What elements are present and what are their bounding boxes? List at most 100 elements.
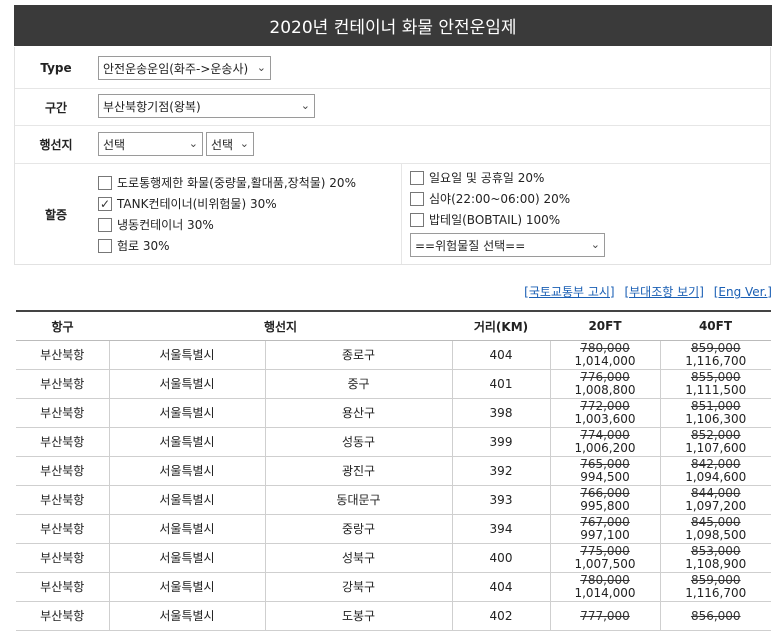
cell-distance: 404 [451, 572, 550, 602]
cell-40ft: 853,000 1,108,900 [659, 543, 771, 573]
cell-port: 부산북항 [16, 427, 109, 457]
cell-20ft: 772,000 1,003,600 [549, 398, 660, 428]
header-distance: 거리(KM) [452, 310, 550, 341]
hazard-material-select[interactable]: ==위험물질 선택== ⌄ [410, 233, 605, 257]
cell-40ft: 851,000 1,106,300 [659, 398, 771, 428]
table-row: 부산북항 서울특별시 중랑구 394 767,000 997,100 845,000 1,09… [16, 514, 771, 544]
section-row: 구간 부산북항기점(왕복) ⌄ [15, 89, 770, 126]
checkbox[interactable] [98, 238, 112, 253]
rate-table: 항구 행선지 거리(KM) 20FT 40FT 부산북항 서울특별시 종로구 404 7… [16, 310, 771, 631]
cell-city: 서울특별시 [108, 427, 265, 457]
new-rate-20ft: 997,100 [580, 528, 630, 542]
chevron-down-icon: ⌄ [590, 238, 600, 251]
cell-distance: 399 [451, 427, 550, 457]
section-select[interactable]: 부산북항기점(왕복) ⌄ [98, 94, 315, 118]
surcharge-option-holiday[interactable]: 일요일 및 공휴일 20% [410, 169, 544, 186]
cell-distance: 394 [451, 514, 550, 544]
destination-city-select[interactable]: 선택 ⌄ [98, 132, 203, 156]
surcharge-row: 할증 도로통행제한 화물(중량물,활대품,장척물) 20% ✓ TANK컨테이너… [15, 164, 770, 264]
cell-city: 서울특별시 [108, 543, 265, 573]
checkbox[interactable] [98, 217, 112, 232]
cell-distance: 398 [451, 398, 550, 428]
cell-port: 부산북항 [16, 601, 109, 631]
new-rate-20ft: 1,003,600 [574, 412, 636, 426]
cell-40ft: 859,000 1,116,700 [659, 340, 771, 370]
cell-district: 광진구 [264, 456, 452, 486]
option-label: TANK컨테이너(비위험물) 30% [117, 197, 277, 211]
surcharge-label: 할증 [44, 207, 68, 222]
chevron-down-icon: ⌄ [239, 137, 249, 150]
new-rate-40ft: 1,106,300 [685, 412, 747, 426]
checkbox[interactable] [410, 170, 424, 185]
surcharge-option-rough-road[interactable]: 험로 30% [98, 237, 170, 254]
cell-city: 서울특별시 [108, 514, 265, 544]
english-version-link[interactable]: [Eng Ver.] [714, 285, 772, 299]
cell-distance: 404 [451, 340, 550, 370]
option-label: 심야(22:00~06:00) 20% [429, 192, 571, 206]
page-title-text: 2020년 컨테이너 화물 안전운임제 [269, 18, 517, 38]
new-rate-40ft: 1,094,600 [685, 470, 747, 484]
new-rate-40ft: 1,107,600 [685, 441, 747, 455]
new-rate-20ft: 1,008,800 [574, 383, 636, 397]
table-header-row: 항구 행선지 거리(KM) 20FT 40FT [16, 310, 771, 341]
cell-20ft: 775,000 1,007,500 [549, 543, 660, 573]
cell-40ft: 859,000 1,116,700 [659, 572, 771, 602]
cell-district: 성동구 [264, 427, 452, 457]
cell-40ft: 844,000 1,097,200 [659, 485, 771, 515]
cell-port: 부산북항 [16, 514, 109, 544]
option-label: 밥테일(BOBTAIL) 100% [429, 213, 561, 227]
table-row: 부산북항 서울특별시 중구 401 776,000 1,008,800 855,000 1,1… [16, 369, 771, 399]
destination-district-select[interactable]: 선택 ⌄ [206, 132, 254, 156]
cell-40ft: 852,000 1,107,600 [659, 427, 771, 457]
cell-40ft: 845,000 1,098,500 [659, 514, 771, 544]
hazard-select-value: ==위험물질 선택== [415, 238, 526, 253]
checkbox[interactable] [410, 212, 424, 227]
cell-port: 부산북항 [16, 340, 109, 370]
header-destination: 행선지 [109, 310, 452, 341]
table-row: 부산북항 서울특별시 광진구 392 765,000 994,500 842,000 1,09… [16, 456, 771, 486]
new-rate-20ft: 1,006,200 [574, 441, 636, 455]
cell-district: 도봉구 [264, 601, 452, 631]
cell-20ft: 780,000 1,014,000 [549, 340, 660, 370]
cell-distance: 402 [451, 601, 550, 631]
cell-40ft: 855,000 1,111,500 [659, 369, 771, 399]
cell-20ft: 774,000 1,006,200 [549, 427, 660, 457]
header-port: 항구 [16, 310, 109, 341]
table-row: 부산북항 서울특별시 용산구 398 772,000 1,003,600 851,000 1,… [16, 398, 771, 428]
cell-port: 부산북항 [16, 456, 109, 486]
surcharge-option-night[interactable]: 심야(22:00~06:00) 20% [410, 190, 570, 207]
new-rate-40ft: 1,111,500 [685, 383, 747, 397]
surcharge-option-bobtail[interactable]: 밥테일(BOBTAIL) 100% [410, 211, 560, 228]
checkbox[interactable] [410, 191, 424, 206]
new-rate-20ft: 1,014,000 [574, 586, 636, 600]
cell-20ft: 777,000 [549, 601, 660, 631]
new-rate-40ft: 1,116,700 [685, 354, 747, 368]
supplementary-terms-link[interactable]: [부대조항 보기] [624, 285, 703, 299]
cell-20ft: 766,000 995,800 [549, 485, 660, 515]
notice-link[interactable]: [국토교통부 고시] [524, 285, 614, 299]
cell-district: 강북구 [264, 572, 452, 602]
surcharge-option-restricted[interactable]: 도로통행제한 화물(중량물,활대품,장척물) 20% [98, 174, 356, 191]
section-label: 구간 [44, 100, 68, 115]
cell-city: 서울특별시 [108, 398, 265, 428]
checkbox[interactable] [98, 175, 112, 190]
cell-distance: 392 [451, 456, 550, 486]
type-select[interactable]: 안전운송운임(화주->운송사) ⌄ [98, 56, 271, 80]
new-rate-20ft: 995,800 [580, 499, 630, 513]
option-label: 일요일 및 공휴일 20% [429, 171, 545, 185]
table-row: 부산북항 서울특별시 동대문구 393 766,000 995,800 844,000 1,0… [16, 485, 771, 515]
table-row: 부산북항 서울특별시 성북구 400 775,000 1,007,500 853,000 1,… [16, 543, 771, 573]
cell-40ft: 842,000 1,094,600 [659, 456, 771, 486]
table-row: 부산북항 서울특별시 종로구 404 780,000 1,014,000 859,000 1,… [16, 340, 771, 370]
chevron-down-icon: ⌄ [300, 99, 310, 112]
checkbox-checked[interactable]: ✓ [98, 196, 112, 211]
cell-port: 부산북항 [16, 485, 109, 515]
cell-port: 부산북항 [16, 543, 109, 573]
option-label: 냉동컨테이너 30% [117, 218, 214, 232]
surcharge-option-reefer[interactable]: 냉동컨테이너 30% [98, 216, 214, 233]
cell-20ft: 776,000 1,008,800 [549, 369, 660, 399]
surcharge-option-tank[interactable]: ✓ TANK컨테이너(비위험물) 30% [98, 195, 277, 212]
cell-district: 중구 [264, 369, 452, 399]
type-row: Type 안전운송운임(화주->운송사) ⌄ [15, 47, 770, 89]
new-rate-20ft: 994,500 [580, 470, 630, 484]
